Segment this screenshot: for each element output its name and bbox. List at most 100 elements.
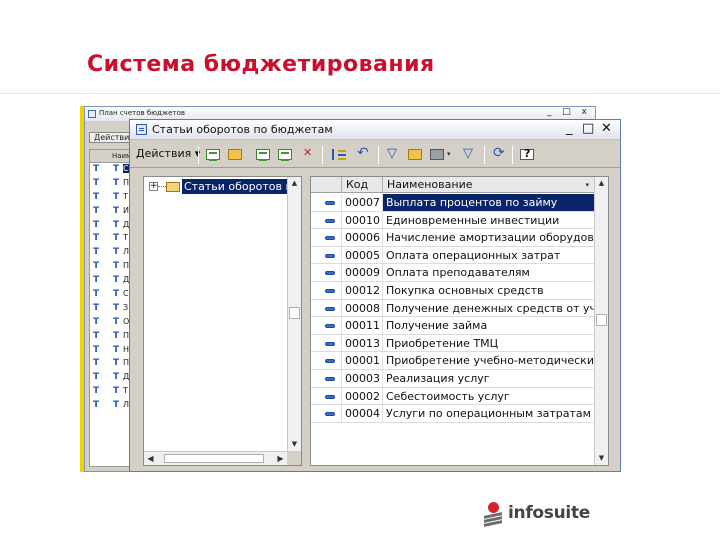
expand-toggle[interactable]: + <box>149 182 158 191</box>
name-cell: Реализация услуг <box>386 372 490 385</box>
table-vertical-scrollbar[interactable]: ▲ ▼ <box>594 177 608 465</box>
mark-delete-button[interactable] <box>298 146 316 164</box>
tree-node-root[interactable]: + Статьи оборотов по бюджетам <box>144 179 289 194</box>
budget-items-window[interactable]: Статьи оборотов по бюджетам _ □ ✕ Действ… <box>129 119 621 472</box>
table-row[interactable]: 00007 Выплата процентов по займу <box>311 194 595 212</box>
tree-horizontal-scrollbar[interactable]: ◀ ▶ <box>144 451 287 465</box>
item-element-icon <box>325 324 335 329</box>
column-header-name[interactable]: Наименование ▾ <box>383 177 595 193</box>
list-item[interactable]: ТТП <box>90 177 132 191</box>
list-item[interactable]: ТТН <box>90 344 132 358</box>
scroll-thumb[interactable] <box>164 454 264 463</box>
column-header-code[interactable]: Код <box>342 177 383 193</box>
row-type-cell <box>311 211 342 229</box>
table-row[interactable]: 00012 Покупка основных средств <box>311 282 595 300</box>
maximize-button[interactable]: □ <box>582 121 594 136</box>
refresh-button[interactable] <box>490 145 508 164</box>
table-row[interactable]: 00002 Себестоимость услуг <box>311 387 595 406</box>
name-cell: Услуги по операционным затратам <box>386 407 591 421</box>
scroll-thumb[interactable] <box>596 314 607 326</box>
list-item[interactable]: ТТС <box>90 288 132 302</box>
filter-button[interactable] <box>384 146 402 164</box>
copy-icon <box>256 149 270 161</box>
item-type-icon: Т <box>93 386 100 397</box>
column-header-icon[interactable] <box>311 177 342 193</box>
scroll-up-icon[interactable]: ▲ <box>288 177 301 190</box>
list-item[interactable]: ТТП <box>90 260 132 274</box>
list-item[interactable]: ТТТ <box>90 385 132 399</box>
list-item[interactable]: ТТЛ <box>90 246 132 260</box>
sort-arrow-icon[interactable]: ▾ <box>585 181 589 189</box>
item-type-icon: Т <box>93 372 100 383</box>
filter-history-button[interactable] <box>428 146 446 164</box>
edit-button[interactable] <box>276 146 294 164</box>
items-table[interactable]: Код Наименование ▾ 00007 Выплата процентов… <box>310 176 609 466</box>
code-cell: 00006 <box>342 229 383 247</box>
table-row[interactable]: 00009 Оплата преподавателям <box>311 264 595 282</box>
item-element-icon <box>325 341 335 346</box>
table-row[interactable]: 00010 Единовременные инвестиции <box>311 211 595 230</box>
table-row[interactable]: 00006 Начисление амортизации оборудова... <box>311 229 595 247</box>
item-element-icon <box>325 218 335 223</box>
accounts-list[interactable]: Наим ТТСТТПТТТТТИТТДТТТТТЛТТПТТДТТСТТЗТТ… <box>89 149 133 467</box>
pane-splitter[interactable] <box>304 176 308 466</box>
add-item-button[interactable] <box>204 146 222 164</box>
list-item[interactable]: ТТС <box>90 163 132 177</box>
table-row[interactable]: 00001 Приобретение учебно-методических ..… <box>311 352 595 370</box>
filter-by-folder-button[interactable] <box>406 146 424 164</box>
table-row[interactable]: 00013 Приобретение ТМЦ <box>311 334 595 353</box>
filter-icon <box>386 146 400 161</box>
chevron-down-icon[interactable]: ▾ <box>447 150 451 158</box>
list-item[interactable]: ТТИ <box>90 205 132 219</box>
clear-filter-button[interactable] <box>460 146 478 164</box>
groups-tree[interactable]: + Статьи оборотов по бюджетам ▲ ▼ ◀ ▶ <box>143 176 302 466</box>
scroll-right-icon[interactable]: ▶ <box>274 452 287 465</box>
list-item[interactable]: ТТД <box>90 274 132 288</box>
close-button[interactable]: ✕ <box>601 121 612 136</box>
set-order-button[interactable] <box>330 146 348 164</box>
item-type-icon: Т <box>93 358 100 369</box>
scroll-corner <box>287 451 301 465</box>
table-row[interactable]: 00004 Услуги по операционным затратам <box>311 405 595 423</box>
back-button[interactable] <box>354 145 372 164</box>
code-cell: 00004 <box>342 405 383 423</box>
code-cell: 00012 <box>342 282 383 299</box>
scroll-down-icon[interactable]: ▼ <box>595 452 608 465</box>
actions-menu[interactable]: Действия ▾ <box>136 147 200 160</box>
list-item[interactable]: ТТО <box>90 316 132 330</box>
item-type-icon: Т <box>113 302 120 313</box>
list-item[interactable]: ТТП <box>90 357 132 371</box>
list-item[interactable]: ТТП <box>90 330 132 344</box>
item-label: Т <box>123 191 128 201</box>
add-folder-button[interactable] <box>226 146 244 164</box>
tree-node-label[interactable]: Статьи оборотов по бюджетам <box>182 179 289 194</box>
help-button[interactable] <box>518 146 536 164</box>
table-row[interactable]: 00008 Получение денежных средств от уча..… <box>311 299 595 318</box>
scroll-down-icon[interactable]: ▼ <box>288 438 301 451</box>
list-item[interactable]: ТТЗ <box>90 302 132 316</box>
copy-button[interactable] <box>254 146 272 164</box>
scroll-left-icon[interactable]: ◀ <box>144 452 157 465</box>
code-cell: 00001 <box>342 352 383 370</box>
list-item[interactable]: ТТЛ <box>90 399 132 413</box>
accounts-list-header[interactable]: Наим <box>90 150 132 163</box>
item-type-icon: Т <box>113 372 120 383</box>
list-item[interactable]: ТТД <box>90 371 132 385</box>
list-item[interactable]: ТТТ <box>90 191 132 205</box>
table-row[interactable]: 00003 Реализация услуг <box>311 370 595 388</box>
table-row[interactable]: 00005 Оплата операционных затрат <box>311 246 595 265</box>
toolbar-separator <box>322 146 323 164</box>
scroll-thumb[interactable] <box>289 307 300 319</box>
window-titlebar[interactable]: Статьи оборотов по бюджетам _ □ ✕ <box>130 120 620 140</box>
table-header: Код Наименование ▾ <box>311 177 595 193</box>
scroll-up-icon[interactable]: ▲ <box>595 177 608 190</box>
table-row[interactable]: 00011 Получение займа <box>311 317 595 335</box>
back-window-controls[interactable]: _ □ x <box>547 107 591 117</box>
name-cell: Единовременные инвестиции <box>386 213 560 227</box>
minimize-button[interactable]: _ <box>566 121 573 136</box>
tree-vertical-scrollbar[interactable]: ▲ ▼ <box>287 177 301 451</box>
item-type-icon: Т <box>113 164 120 174</box>
list-item[interactable]: ТТТ <box>90 232 132 246</box>
folder-icon <box>166 182 180 192</box>
list-item[interactable]: ТТД <box>90 219 132 233</box>
